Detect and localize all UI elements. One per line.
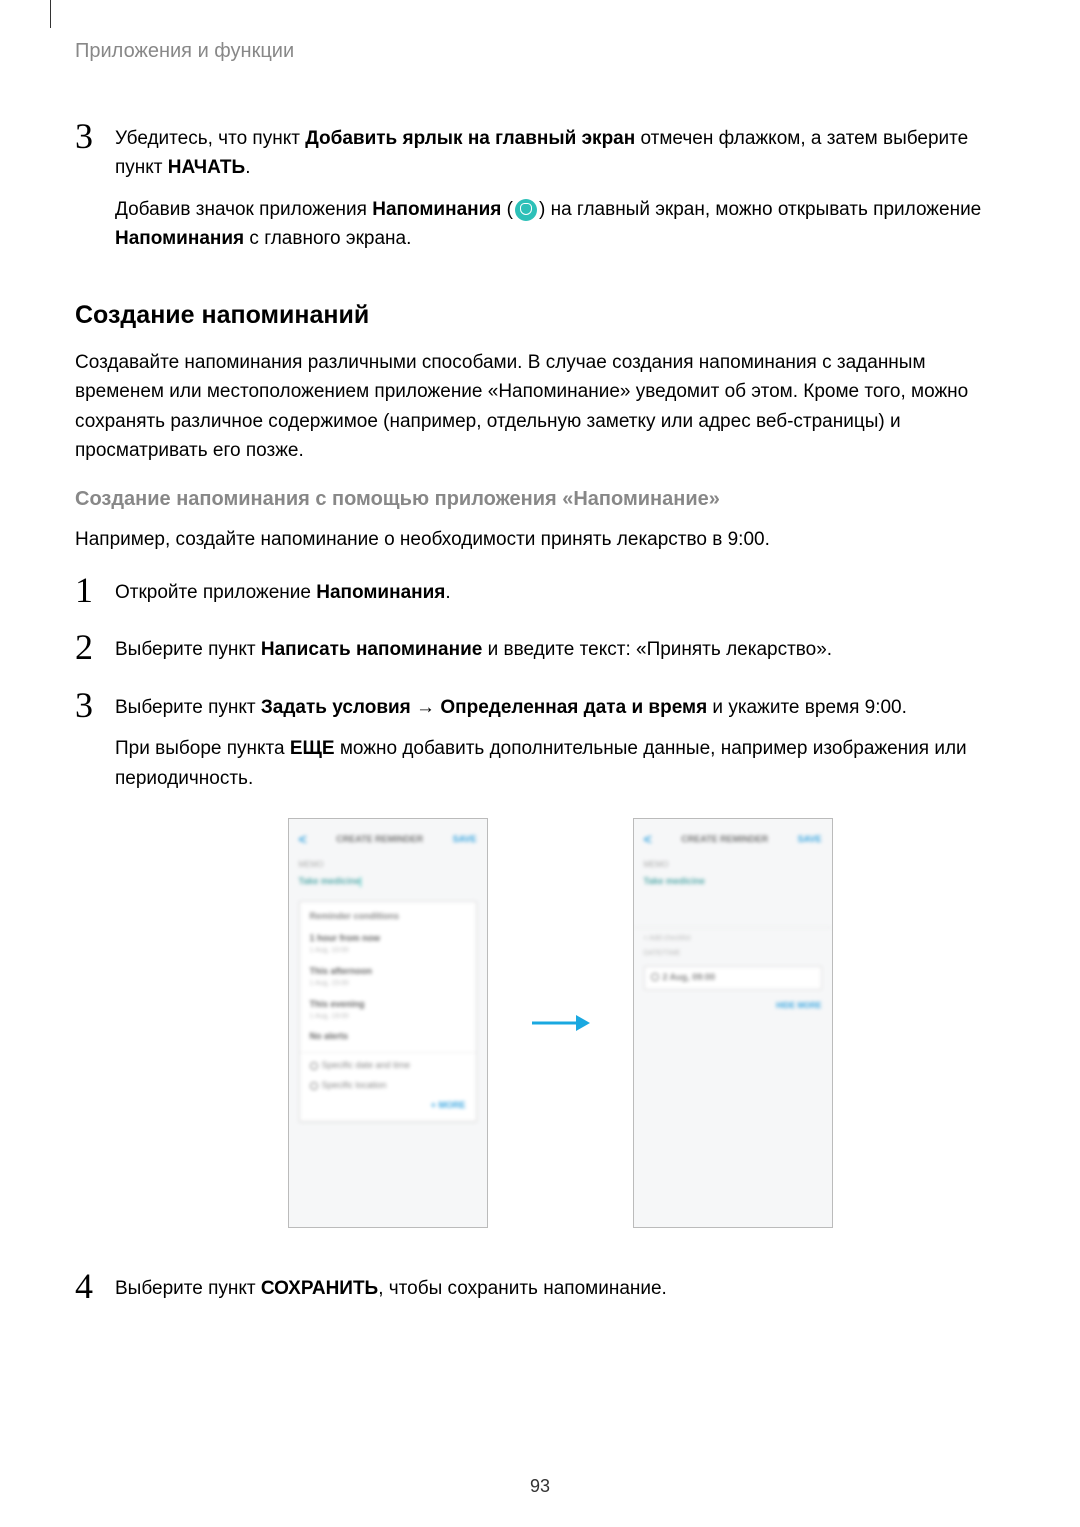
phone-title: CREATE REMINDER [681,833,768,847]
page-top-rule [50,0,51,28]
text: с главного экрана. [244,228,411,249]
section-heading: Создание напоминаний [75,301,1005,330]
clock-icon [310,1062,318,1070]
bold-text: Добавить ярлык на главный экран [305,128,635,149]
specific-location-row: Specific location [310,1079,466,1093]
memo-label: MEMO [299,859,477,871]
text: 1 Aug, 19:00 [310,1012,466,1023]
example-paragraph: Например, создайте напоминание о необход… [75,525,1005,554]
pin-icon [310,1082,318,1090]
phone-save: SAVE [798,833,822,847]
text: 1 hour from now [310,932,466,946]
step-number: 3 [75,687,115,1248]
step-1: 1 Откройте приложение Напоминания. [75,572,1005,619]
memo-input: Take medicine [644,875,822,889]
datetime-chip: 2 Aug, 09:00 [644,966,822,990]
text: 1 Aug, 10:00 [310,946,466,957]
text: Добавив значок приложения [115,199,372,220]
step-number: 4 [75,1268,115,1315]
step3-top-line2: Добавив значок приложения Напоминания ()… [115,195,1005,254]
page-content: Приложения и функции 3 Убедитесь, что пу… [0,0,1080,1356]
step-number: 3 [75,118,115,266]
page-number: 93 [0,1476,1080,1497]
bold-text: Задать условия [261,697,411,718]
step-3: 3 Выберите пункт Задать условия → Опреде… [75,687,1005,1248]
more-link: + MORE [310,1099,466,1113]
step3-line2: При выборе пункта ЕЩЕ можно добавить доп… [115,734,1005,793]
step-number: 1 [75,572,115,619]
back-icon: < [644,829,652,851]
step-2: 2 Выберите пункт Написать напоминание и … [75,629,1005,676]
bold-text: ЕЩЕ [290,738,335,759]
text: , чтобы сохранить напоминание. [378,1278,667,1299]
arrow-right-icon [528,1010,593,1036]
text: Выберите пункт [115,1278,261,1299]
back-icon: < [299,829,307,851]
step-body: Откройте приложение Напоминания. [115,572,1005,619]
step-number: 2 [75,629,115,676]
specific-date-row: Specific date and time [310,1059,466,1073]
datetime-label: DATE/TIME [644,949,822,960]
text: Выберите пункт [115,697,261,718]
step3-line1: Выберите пункт Задать условия → Определе… [115,693,1005,722]
step-body: Выберите пункт Задать условия → Определе… [115,687,1005,1248]
step4-line: Выберите пункт СОХРАНИТЬ, чтобы сохранит… [115,1274,1005,1303]
text: Выберите пункт [115,639,261,660]
text: . [445,582,450,603]
text: 1 Aug, 15:00 [310,979,466,990]
text: Откройте приложение [115,582,316,603]
hide-more-link: HIDE MORE [644,1000,822,1012]
step-body: Убедитесь, что пункт Добавить ярлык на г… [115,118,1005,266]
text: ) на главный экран, можно открывать прил… [539,199,981,220]
text: This afternoon [310,965,466,979]
bold-text: СОХРАНИТЬ [261,1278,378,1299]
subsection-heading: Создание напоминания с помощью приложени… [75,488,1005,511]
step-3-top: 3 Убедитесь, что пункт Добавить ярлык на… [75,118,1005,266]
bold-text: Напоминания [115,228,244,249]
figure-row: < CREATE REMINDER SAVE MEMO Take medicin… [115,818,1005,1228]
add-checklist: + Add checklist [644,934,822,945]
text: . [245,157,250,178]
clock-icon [651,973,659,981]
text: Убедитесь, что пункт [115,128,305,149]
bold-text: Написать напоминание [261,639,482,660]
memo-input: Take medicine [299,875,477,889]
phone-screenshot-right: < CREATE REMINDER SAVE MEMO Take medicin… [633,818,833,1228]
step-body: Выберите пункт Написать напоминание и вв… [115,629,1005,676]
intro-paragraph: Создавайте напоминания различными способ… [75,348,1005,466]
text: и укажите время 9:00. [707,697,907,718]
bold-text: Определенная дата и время [440,697,707,718]
bold-text: Напоминания [372,199,501,220]
text: При выборе пункта [115,738,290,759]
breadcrumb: Приложения и функции [75,40,1005,63]
bell-icon [515,199,537,221]
text: ( [501,199,513,220]
phone-save: SAVE [453,833,477,847]
phone-title: CREATE REMINDER [336,833,423,847]
step-4: 4 Выберите пункт СОХРАНИТЬ, чтобы сохран… [75,1268,1005,1315]
step2-line: Выберите пункт Написать напоминание и вв… [115,635,1005,664]
bold-text: НАЧАТЬ [168,157,245,178]
phone-screenshot-left: < CREATE REMINDER SAVE MEMO Take medicin… [288,818,488,1228]
text: This evening [310,998,466,1012]
text: No alerts [310,1030,466,1044]
step3-top-line1: Убедитесь, что пункт Добавить ярлык на г… [115,124,1005,183]
arrow-text: → [411,697,441,718]
step1-line: Откройте приложение Напоминания. [115,578,1005,607]
text: и введите текст: «Принять лекарство». [482,639,832,660]
step-body: Выберите пункт СОХРАНИТЬ, чтобы сохранит… [115,1268,1005,1315]
conditions-title: Reminder conditions [310,910,466,924]
bold-text: Напоминания [316,582,445,603]
memo-label: MEMO [644,859,822,871]
